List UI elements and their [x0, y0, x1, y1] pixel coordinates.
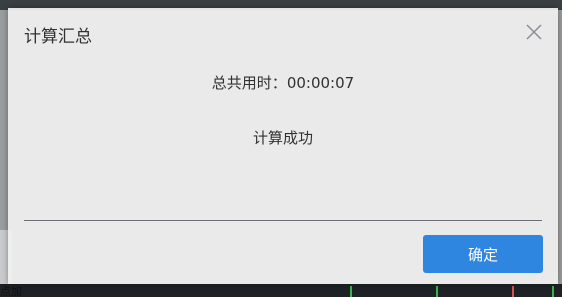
dialog-title: 计算汇总 [24, 27, 92, 47]
close-button[interactable] [524, 22, 544, 42]
calc-status-text: 计算成功 [252, 129, 313, 147]
close-icon[interactable] [524, 22, 544, 42]
background-mark [436, 286, 438, 297]
background-status-strip [0, 284, 562, 297]
background-mark [350, 286, 352, 297]
calc-summary-dialog: 计算汇总 总共用时：00:00:07 计算成功 确定 [8, 8, 558, 284]
background-mark [552, 286, 554, 297]
elapsed-time-value: 00:00:07 [286, 74, 355, 92]
background-text: 点加 [0, 285, 22, 297]
elapsed-time-label: 总共用时： [211, 74, 287, 92]
dialog-divider [24, 220, 542, 221]
elapsed-time-line: 总共用时：00:00:07 [8, 72, 558, 93]
confirm-button[interactable]: 确定 [423, 235, 543, 273]
background-mark [512, 286, 514, 297]
